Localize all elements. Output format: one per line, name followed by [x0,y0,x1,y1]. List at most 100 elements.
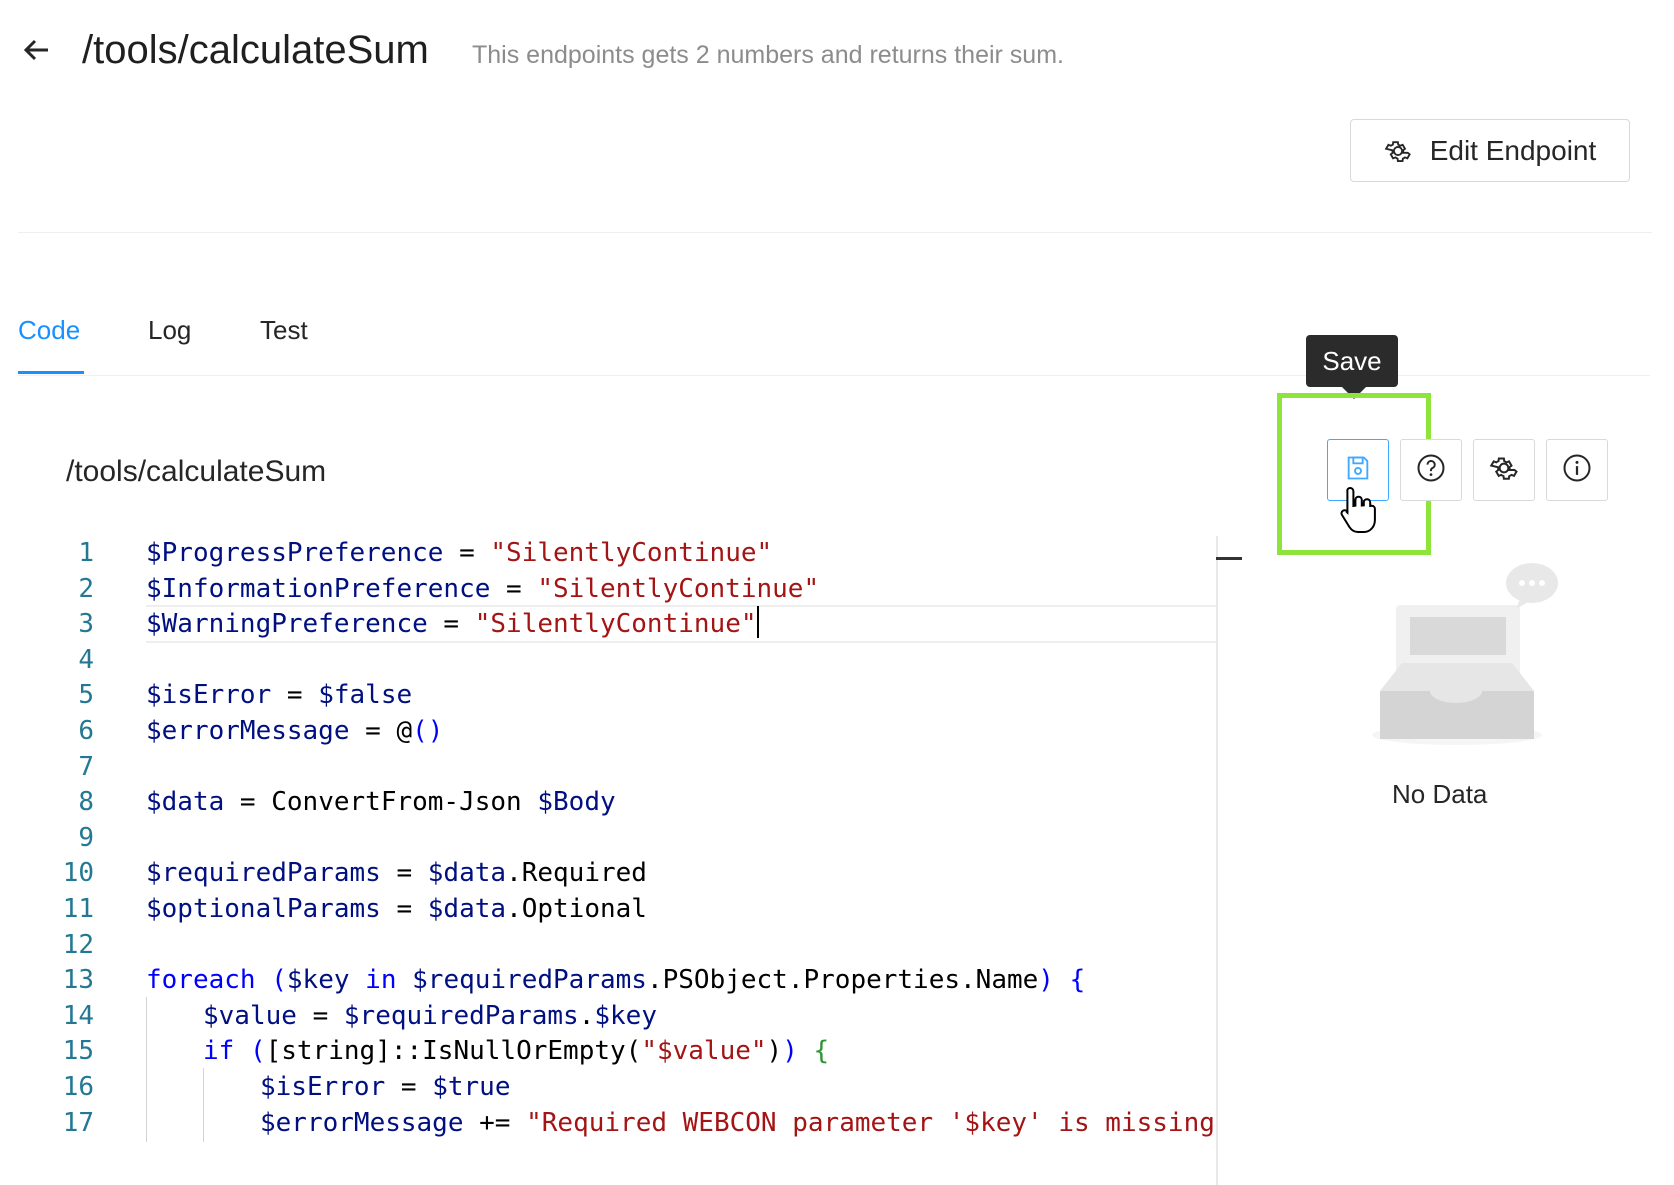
code-text: $data = ConvertFrom-Json $Body [146,783,616,821]
help-icon [1416,453,1446,488]
edit-endpoint-label: Edit Endpoint [1429,134,1597,166]
code-token: "SilentlyContinue" [474,609,757,640]
line-number: 6 [78,716,94,746]
code-token: $errorMessage [146,716,350,746]
editor-right-border [1216,536,1218,1185]
line-number: 12 [62,929,94,960]
line-number: 10 [62,858,94,889]
code-token: $isError [146,680,272,711]
code-token: = [443,538,491,568]
code-line[interactable]: 6 $errorMessage = @() [18,712,1218,750]
tab-code[interactable]: Code [18,315,80,346]
code-token: ( [271,965,287,996]
code-line[interactable]: 15 if ([string]::IsNullOrEmpty("$value"))… [18,1032,1218,1071]
code-text: $isError = $true [260,1068,510,1106]
tab-test[interactable]: Test [260,315,308,346]
code-token: "$value" [641,1036,767,1067]
gear-icon [1384,137,1412,165]
gear-icon [1489,453,1519,488]
line-number: 16 [62,1072,94,1102]
save-icon [1344,454,1372,487]
line-number: 9 [78,822,94,853]
help-button[interactable] [1400,439,1462,501]
code-token: = [271,680,319,711]
code-token: $Body [537,787,616,818]
hand-cursor-icon [1336,484,1380,536]
code-text: foreach ($key in $requiredParams.PSObjec… [146,961,1085,999]
code-editor[interactable]: 1 $ProgressPreference = "SilentlyContinue… [18,536,1218,1185]
line-number: 4 [78,644,94,675]
code-token: ( [249,1036,266,1067]
code-token: ) [766,1036,783,1067]
code-line[interactable]: 13 foreach ($key in $requiredParams.PSObj… [18,961,1218,999]
code-token: = [490,573,538,604]
code-token: $data [146,787,225,818]
code-token: $data [427,894,507,924]
info-button[interactable] [1546,439,1608,501]
line-number: 7 [78,751,94,782]
active-tab-indicator [18,371,84,374]
code-token: .PSObject.Properties.Name [646,965,1039,996]
code-text: $errorMessage += "Required WEBCON parame… [260,1104,1215,1142]
code-token: foreach [146,965,256,996]
code-token: = [427,609,475,640]
code-token: += [463,1107,527,1138]
code-line[interactable]: 5 $isError = $false [18,676,1218,714]
code-panel-title: /tools/calculateSum [66,455,327,488]
code-line[interactable]: 11 $optionalParams = $data.Optional [18,890,1218,928]
tab-log[interactable]: Log [148,315,191,346]
code-token: = [296,1000,344,1031]
code-text: $isError = $false [146,676,412,714]
code-line[interactable]: 9 [18,819,1218,857]
settings-button[interactable] [1473,439,1535,501]
code-token: . [578,1000,595,1031]
tab-bar: Code Log Test [18,300,1650,376]
code-token: $requiredParams [146,858,381,889]
line-number: 14 [62,1000,94,1031]
code-text: $requiredParams = $data.Required [146,854,647,892]
code-line[interactable]: 17 $errorMessage += "Required WEBCON para… [18,1103,1218,1142]
code-line[interactable]: 2 $InformationPreference = "SilentlyConti… [18,570,1218,608]
line-number: 17 [62,1107,94,1138]
line-number: 5 [78,680,94,711]
indent-guide [146,1068,147,1106]
code-line[interactable]: 8 $data = ConvertFrom-Json $Body [18,783,1218,821]
header-divider [18,232,1652,233]
code-line[interactable]: 12 [18,926,1218,964]
code-token: "SilentlyContinue" [490,538,773,568]
code-line[interactable]: 7 [18,748,1218,786]
code-token: ) [782,1036,798,1067]
indent-guide [146,996,147,1035]
code-token: $requiredParams [343,1000,579,1031]
code-line[interactable]: 1 $ProgressPreference = "SilentlyContinue… [18,536,1218,572]
code-token: "Required WEBCON parameter '$key' is mis… [526,1107,1215,1138]
back-arrow-icon[interactable] [20,34,52,66]
line-number: 3 [78,609,94,640]
code-token: "SilentlyContinue" [537,573,820,604]
save-tooltip: Save [1306,335,1398,399]
overview-ruler-mark [1216,557,1242,560]
line-number: 8 [78,787,94,818]
code-line[interactable]: 14 $value = $requiredParams.$key [18,996,1218,1035]
code-text: $ProgressPreference = "SilentlyContinue" [146,536,772,572]
code-line[interactable]: 4 [18,641,1218,679]
code-line[interactable]: 10 $requiredParams = $data.Required [18,854,1218,892]
code-line[interactable]: 3 $WarningPreference = "SilentlyContinue" [18,605,1218,644]
code-token: [string]::IsNullOrEmpty( [265,1036,642,1067]
code-line[interactable]: 16 $isError = $true [18,1068,1218,1106]
code-token: $requiredParams [412,965,647,996]
indent-guide [146,1103,147,1142]
text-caret [756,606,759,639]
code-text: $errorMessage = @() [146,712,443,750]
line-number: 13 [62,965,94,996]
code-token: in [365,965,397,996]
empty-inbox-illustration [1352,555,1572,755]
edit-endpoint-button[interactable]: Edit Endpoint [1350,119,1630,182]
code-token: { [1069,965,1086,996]
code-token: $errorMessage [260,1107,464,1138]
